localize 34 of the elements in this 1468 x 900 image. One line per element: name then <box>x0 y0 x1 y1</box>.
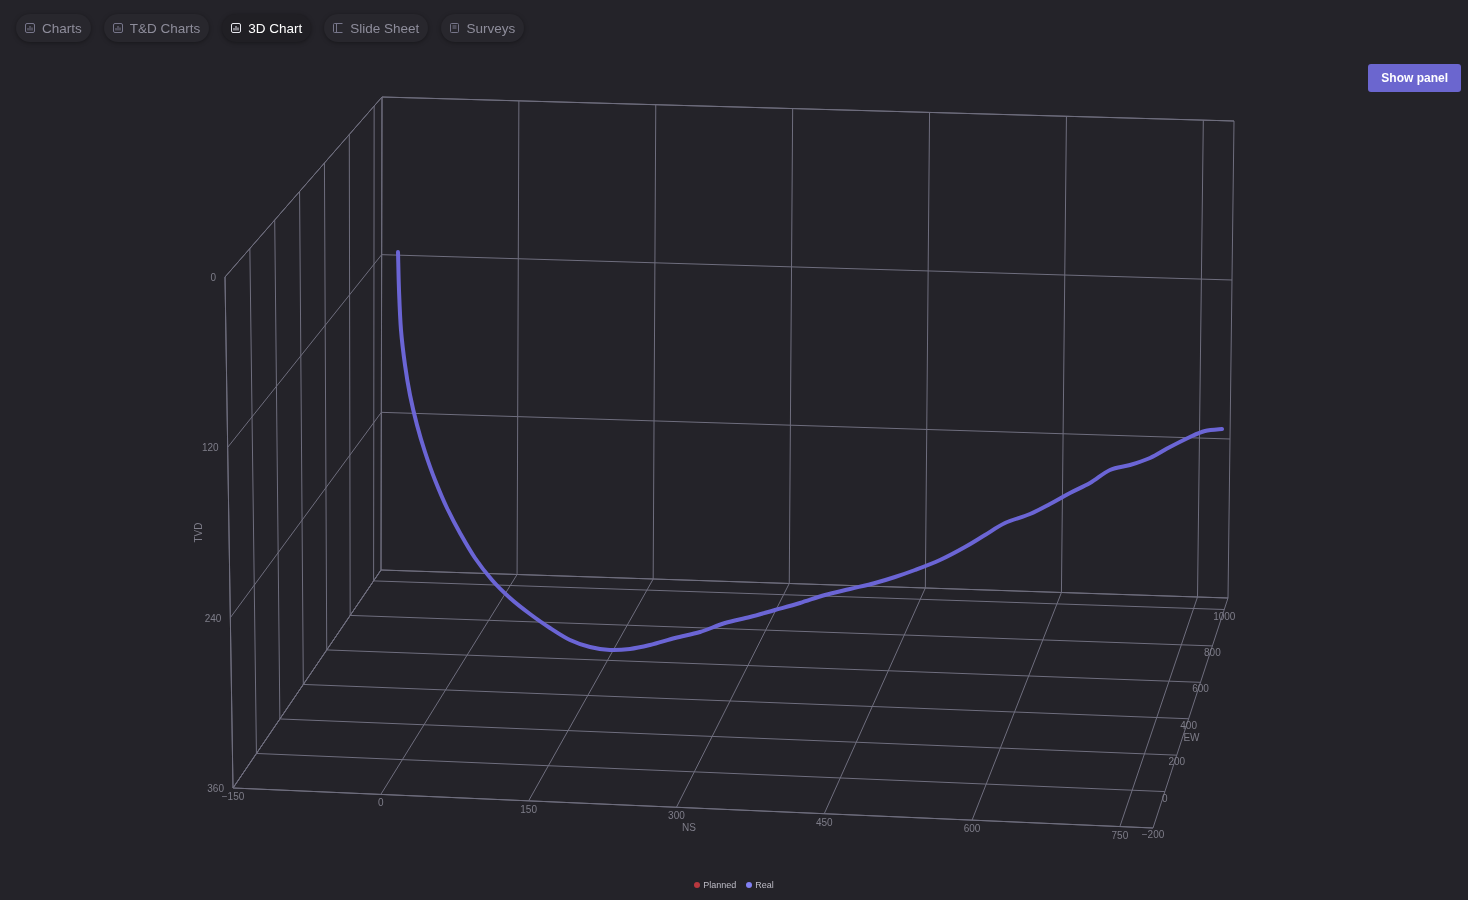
tab[interactable]: Slide Sheet <box>324 14 429 42</box>
legend-item[interactable]: Real <box>746 880 774 890</box>
axis-tick-label: 200 <box>1168 756 1186 768</box>
axis-tick-label: 400 <box>1180 719 1197 731</box>
axis-tick-label: 240 <box>204 612 222 624</box>
show-panel-button[interactable]: Show panel <box>1368 64 1461 92</box>
axis-tick-label: 0 <box>210 272 216 283</box>
legend-item[interactable]: Planned <box>694 880 737 890</box>
axis-tick-label: 0 <box>1162 792 1168 804</box>
bar-chart-icon <box>25 23 35 33</box>
bar-chart-icon <box>112 23 123 33</box>
axis-tick-label: 0 <box>378 797 384 809</box>
axis-tick-label: 300 <box>668 810 685 822</box>
tab[interactable]: Charts <box>16 14 91 42</box>
axis-title: TVD <box>193 522 204 543</box>
axis-tick-label: 600 <box>1192 683 1209 695</box>
axis-tick-label: −200 <box>1141 829 1165 840</box>
tab[interactable]: T&D Charts <box>103 14 210 42</box>
document-icon <box>450 23 460 33</box>
axis-tick-label: 600 <box>963 823 981 835</box>
axis-tick-label: 150 <box>520 803 537 815</box>
axis-tick-label: 750 <box>1111 829 1129 841</box>
axis-title: EW <box>1183 732 1200 743</box>
axis-tick-label: 800 <box>1204 646 1221 658</box>
tab[interactable]: Surveys <box>441 14 525 42</box>
axis-title: NS <box>682 822 696 833</box>
axis-tick-label: 1000 <box>1213 610 1236 622</box>
bar-chart-icon <box>231 23 242 33</box>
tab[interactable]: 3D Chart <box>222 14 312 42</box>
axis-tick-label: 450 <box>815 816 833 828</box>
axis-tick-label: 360 <box>207 783 224 794</box>
axis-tick-label: 120 <box>202 442 219 454</box>
axis-tick-label: −150 <box>221 791 245 802</box>
sidebar-icon <box>333 23 344 33</box>
